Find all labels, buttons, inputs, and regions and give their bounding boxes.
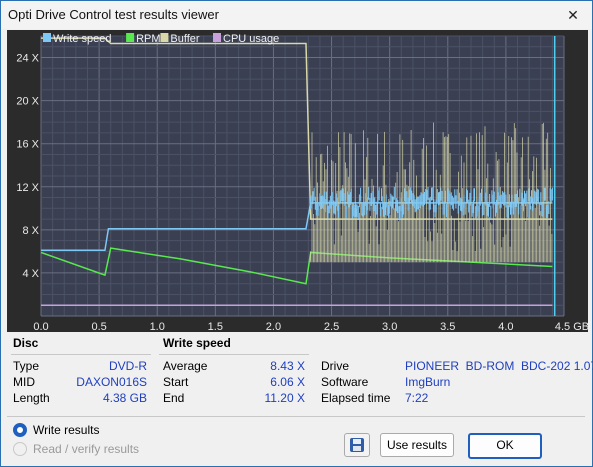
end-label: End	[163, 391, 185, 405]
drive-info-panel: Drive PIONEER BD-ROM BDC-202 1.07 Softwa…	[321, 334, 593, 412]
legend-label: Write speed	[53, 33, 112, 45]
legend-swatch	[43, 33, 51, 42]
y-tick-label: 4 X	[22, 268, 39, 280]
chart-area: 0.0 0.5 1.0 1.5 2.0 2.5 3.0 3.5 4.0 4.5 GB 4 X 8 X…	[7, 30, 588, 332]
disc-mid-row: MID DAXON016S	[13, 374, 147, 390]
results-viewer-window: Opti Drive Control test results viewer ✕…	[0, 0, 593, 467]
y-tick-label: 12 X	[16, 182, 39, 194]
elapsed-value: 7:22	[405, 391, 429, 405]
x-tick-label: 1.0	[150, 321, 165, 332]
drive-value: PIONEER BD-ROM BDC-202 1.07	[405, 359, 593, 373]
write-results-label[interactable]: Write results	[33, 422, 99, 438]
floppy-disk-icon	[350, 438, 364, 452]
legend-label: RPM	[136, 33, 160, 45]
disc-type-label: Type	[13, 359, 40, 373]
disc-length-value: 4.38 GB	[102, 391, 147, 405]
drive-label: Drive	[321, 359, 350, 373]
software-label: Software	[321, 375, 369, 389]
legend-label: Buffer	[170, 33, 199, 45]
y-tick-label: 24 X	[16, 53, 39, 65]
legend-swatch	[160, 33, 169, 42]
legend-swatch	[213, 33, 221, 42]
disc-type-value: DVD-R	[109, 359, 147, 373]
use-results-button[interactable]: Use results	[380, 433, 454, 457]
x-tick-label: 2.5	[324, 321, 339, 332]
read-verify-radio[interactable]	[13, 442, 27, 456]
divider	[7, 416, 585, 417]
title-bar: Opti Drive Control test results viewer ✕	[1, 1, 592, 29]
save-button[interactable]	[344, 433, 370, 457]
x-tick-label: 0.0	[33, 321, 48, 332]
write-results-radio[interactable]	[13, 423, 27, 437]
average-label: Average	[163, 359, 208, 373]
software-value: ImgBurn	[405, 375, 451, 389]
disc-mid-label: MID	[13, 375, 35, 389]
window-title: Opti Drive Control test results viewer	[8, 7, 219, 22]
start-value: 6.06 X	[270, 375, 305, 389]
software-row: Software ImgBurn	[321, 374, 586, 390]
disc-length-row: Length 4.38 GB	[13, 390, 147, 406]
x-tick-label: 3.5	[440, 321, 455, 332]
y-tick-labels: 4 X 8 X 12 X 16 X 20 X 24 X	[16, 53, 39, 280]
x-tick-label: 1.5	[208, 321, 223, 332]
disc-length-label: Length	[13, 391, 50, 405]
average-row: Average 8.43 X	[163, 358, 305, 374]
elapsed-row: Elapsed time 7:22	[321, 390, 586, 406]
legend-label: CPU usage	[223, 33, 279, 45]
write-speed-chart: 0.0 0.5 1.0 1.5 2.0 2.5 3.0 3.5 4.0 4.5 GB 4 X 8 X…	[16, 33, 588, 332]
x-tick-label: 3.0	[382, 321, 397, 332]
x-tick-label: 0.5	[91, 321, 106, 332]
divider	[11, 354, 151, 355]
legend-swatch	[126, 33, 135, 42]
y-tick-label: 8 X	[22, 225, 39, 237]
x-tick-labels: 0.0 0.5 1.0 1.5 2.0 2.5 3.0 3.5 4.0 4.5 GB	[33, 321, 588, 332]
disc-mid-value: DAXON016S	[76, 375, 147, 389]
x-tick-label: 4.5 GB	[555, 321, 588, 332]
disc-type-row: Type DVD-R	[13, 358, 147, 374]
y-tick-label: 16 X	[16, 139, 39, 151]
start-row: Start 6.06 X	[163, 374, 305, 390]
read-verify-label[interactable]: Read / verify results	[33, 441, 139, 457]
write-speed-title: Write speed	[163, 336, 231, 350]
ok-button[interactable]: OK	[468, 433, 542, 459]
y-tick-label: 20 X	[16, 96, 39, 108]
divider	[159, 354, 309, 355]
disc-panel: Disc Type DVD-R MID DAXON016S Length 4.3…	[11, 334, 151, 412]
elapsed-label: Elapsed time	[321, 391, 391, 405]
close-icon[interactable]: ✕	[560, 3, 586, 27]
disc-title: Disc	[13, 336, 39, 350]
end-row: End 11.20 X	[163, 390, 305, 406]
start-label: Start	[163, 375, 189, 389]
write-speed-panel: Write speed Average 8.43 X Start 6.06 X …	[159, 334, 309, 412]
drive-row: Drive PIONEER BD-ROM BDC-202 1.07	[321, 358, 593, 374]
average-value: 8.43 X	[270, 359, 305, 373]
end-value: 11.20 X	[264, 391, 305, 405]
x-tick-label: 4.0	[498, 321, 513, 332]
x-tick-label: 2.0	[266, 321, 281, 332]
